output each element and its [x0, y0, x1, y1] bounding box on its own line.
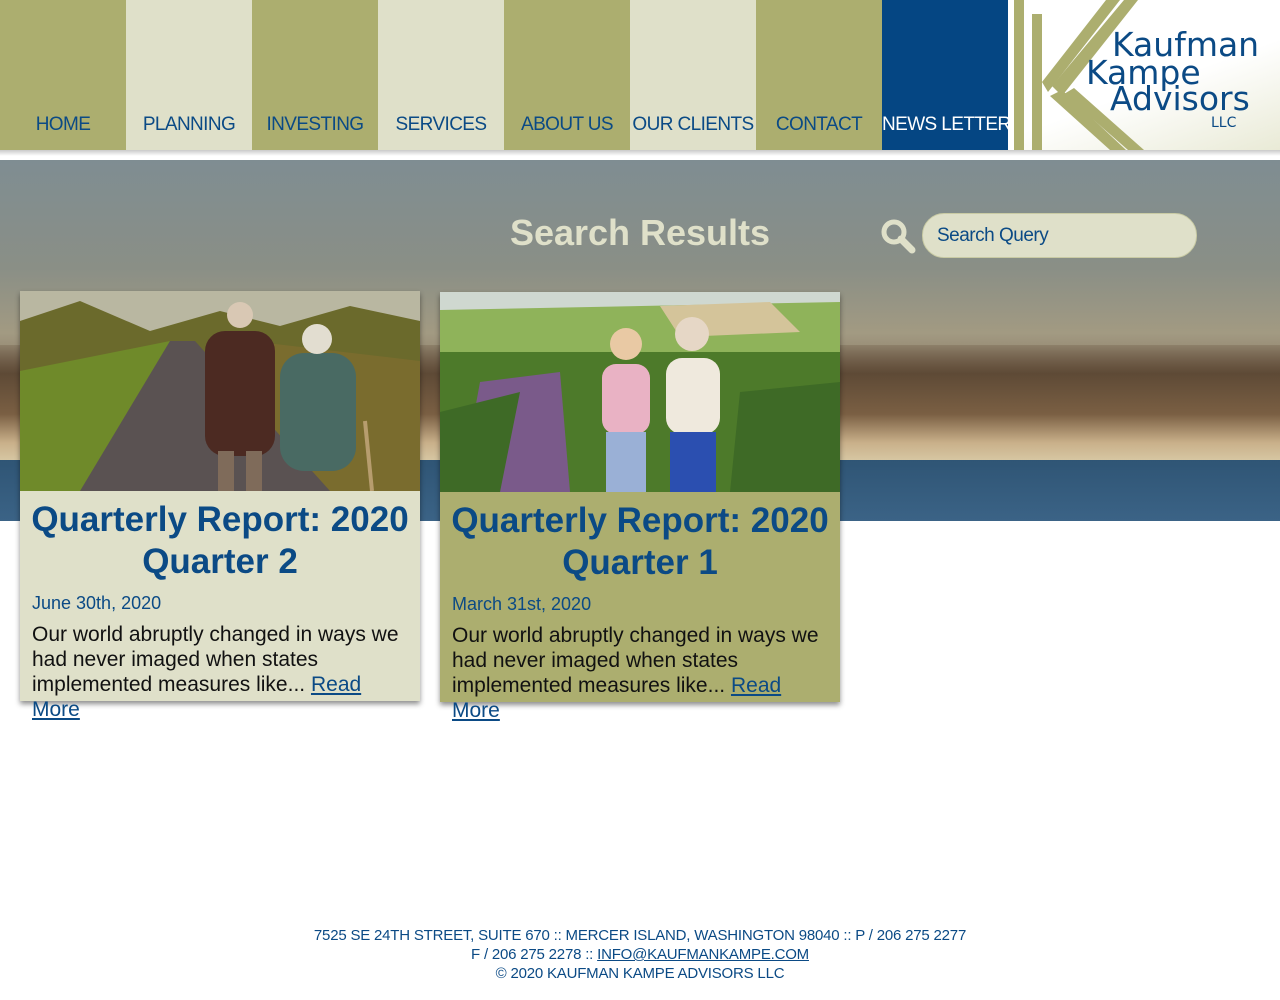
- search-icon[interactable]: [880, 218, 916, 254]
- post-card: Quarterly Report: 2020 Quarter 2 June 30…: [20, 291, 420, 721]
- nav-item-services[interactable]: SERVICES: [378, 0, 504, 150]
- footer-address: 7525 SE 24TH STREET, SUITE 670 :: MERCER…: [313, 927, 967, 944]
- nav-item-home[interactable]: HOME: [0, 0, 126, 150]
- logo-line-3: Advisors: [1110, 79, 1250, 118]
- nav-shadow: [0, 150, 1280, 156]
- company-logo[interactable]: Kaufman Kampe Advisors LLC: [1014, 0, 1280, 150]
- post-title[interactable]: Quarterly Report: 2020 Quarter 1: [440, 492, 840, 584]
- nav-item-label: HOME: [35, 114, 91, 135]
- footer-contact-line: F / 206 275 2278 :: INFO@KAUFMANKAMPE.CO…: [0, 945, 1280, 964]
- footer-email-link[interactable]: INFO@KAUFMANKAMPE.COM: [597, 946, 809, 963]
- nav-item-label: SERVICES: [395, 114, 488, 135]
- page-title: Search Results: [509, 212, 771, 253]
- post-card: Quarterly Report: 2020 Quarter 1 March 3…: [440, 292, 840, 722]
- nav-item-label: CONTACT: [775, 114, 863, 135]
- post-date: June 30th, 2020: [32, 593, 162, 613]
- footer-fax: F / 206 275 2278 ::: [471, 946, 598, 963]
- footer-copyright: © 2020 KAUFMAN KAMPE ADVISORS LLC: [495, 965, 785, 982]
- nav-item-investing[interactable]: INVESTING: [252, 0, 378, 150]
- post-excerpt: Our world abruptly changed in ways we ha…: [20, 614, 420, 722]
- search-input[interactable]: [922, 213, 1197, 258]
- nav-item-label: INVESTING: [266, 114, 364, 135]
- nav-item-label: PLANNING: [142, 114, 236, 135]
- logo-line-4: LLC: [1211, 115, 1237, 131]
- nav-item-about-us[interactable]: ABOUT US: [504, 0, 630, 150]
- post-title[interactable]: Quarterly Report: 2020 Quarter 2: [20, 491, 420, 583]
- logo-k-mark-icon: Kaufman Kampe Advisors LLC: [1014, 0, 1259, 150]
- post-excerpt: Our world abruptly changed in ways we ha…: [440, 615, 840, 723]
- post-date: March 31st, 2020: [452, 594, 592, 614]
- nav-item-label: NEWS LETTER: [882, 114, 1011, 135]
- nav-item-label: OUR CLIENTS: [632, 114, 754, 135]
- nav-item-contact[interactable]: CONTACT: [756, 0, 882, 150]
- nav-item-label: ABOUT US: [521, 114, 614, 135]
- post-thumbnail-elderly-couple[interactable]: [20, 291, 420, 491]
- nav-item-our-clients[interactable]: OUR CLIENTS: [630, 0, 756, 150]
- post-thumbnail-hikers[interactable]: [440, 292, 840, 492]
- nav-item-news-letter[interactable]: NEWS LETTER: [882, 0, 1011, 150]
- nav-item-planning[interactable]: PLANNING: [126, 0, 252, 150]
- footer: 7525 SE 24TH STREET, SUITE 670 :: MERCER…: [0, 926, 1280, 983]
